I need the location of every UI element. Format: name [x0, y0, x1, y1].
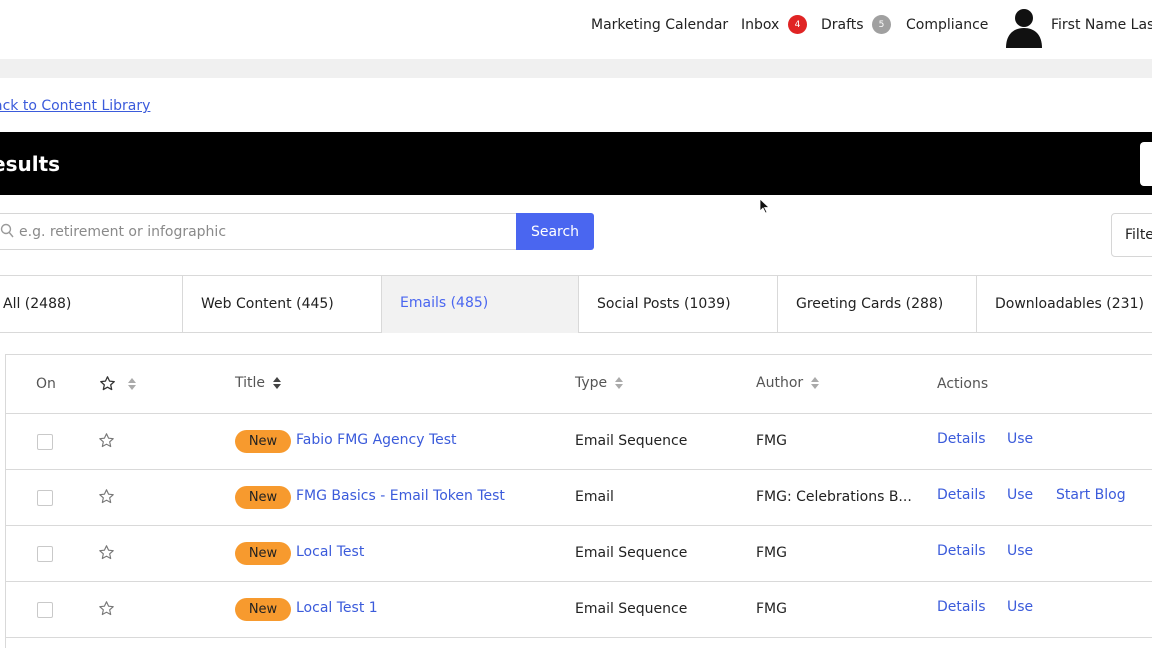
- star-icon[interactable]: [98, 488, 115, 505]
- drafts-count-badge: 5: [872, 15, 891, 34]
- details-link[interactable]: Details: [937, 431, 986, 447]
- content-title-link[interactable]: FMG Basics - Email Token Test: [296, 488, 505, 504]
- column-header-author[interactable]: Author: [756, 375, 820, 391]
- tab-social-posts[interactable]: Social Posts (1039): [578, 275, 778, 333]
- content-type: Email Sequence: [575, 601, 688, 617]
- table-row: New FMG Basics - Email Token Test Email …: [6, 470, 1152, 526]
- star-icon[interactable]: [98, 600, 115, 617]
- column-header-author-label: Author: [756, 375, 804, 391]
- table-row: New Local Test Email Sequence FMG Detail…: [6, 526, 1152, 582]
- use-link[interactable]: Use: [1007, 599, 1033, 615]
- results-title: esults: [0, 152, 61, 176]
- tab-emails[interactable]: Emails (485): [381, 275, 579, 333]
- details-link[interactable]: Details: [937, 487, 986, 503]
- back-to-content-library-link[interactable]: ack to Content Library: [0, 98, 150, 114]
- header-divider-band: [0, 59, 1152, 78]
- row-checkbox[interactable]: [37, 434, 53, 450]
- content-author: FMG: [756, 601, 787, 617]
- search-input[interactable]: [19, 214, 499, 249]
- tab-greeting-cards[interactable]: Greeting Cards (288): [777, 275, 977, 333]
- results-header-bar: esults: [0, 132, 1152, 195]
- sort-icon[interactable]: [615, 377, 624, 389]
- compliance-link[interactable]: Compliance: [906, 0, 988, 50]
- star-icon: [100, 376, 115, 391]
- content-type: Email Sequence: [575, 545, 688, 561]
- star-icon[interactable]: [98, 432, 115, 449]
- sort-icon[interactable]: [128, 377, 137, 390]
- marketing-calendar-link[interactable]: Marketing Calendar: [591, 0, 728, 50]
- content-title-link[interactable]: Fabio FMG Agency Test: [296, 432, 457, 448]
- content-type: Email Sequence: [575, 433, 688, 449]
- drafts-link[interactable]: Drafts: [821, 0, 864, 50]
- content-author: FMG: Celebrations B...: [756, 489, 912, 505]
- results-header-button[interactable]: [1140, 142, 1152, 186]
- details-link[interactable]: Details: [937, 599, 986, 615]
- start-blog-link[interactable]: Start Blog: [1056, 487, 1126, 503]
- content-table: On Title Type Author Actions New Fabio F…: [5, 354, 1152, 648]
- search-box: [0, 213, 517, 250]
- content-type: Email: [575, 489, 614, 505]
- search-icon: [0, 223, 14, 238]
- column-header-on: On: [36, 376, 56, 392]
- column-header-title-label: Title: [235, 375, 266, 391]
- row-checkbox[interactable]: [37, 546, 53, 562]
- tab-web-content[interactable]: Web Content (445): [182, 275, 382, 333]
- new-badge: New: [235, 542, 291, 565]
- table-row: New Fabio FMG Agency Test Email Sequence…: [6, 414, 1152, 470]
- top-navigation-bar: Marketing Calendar Inbox 4 Drafts 5 Comp…: [0, 0, 1152, 59]
- user-name[interactable]: First Name Las: [1051, 0, 1152, 50]
- use-link[interactable]: Use: [1007, 487, 1033, 503]
- column-header-type-label: Type: [575, 375, 608, 391]
- inbox-link[interactable]: Inbox: [741, 0, 779, 50]
- new-badge: New: [235, 486, 291, 509]
- use-link[interactable]: Use: [1007, 543, 1033, 559]
- content-author: FMG: [756, 433, 787, 449]
- column-header-type[interactable]: Type: [575, 375, 624, 391]
- new-badge: New: [235, 430, 291, 453]
- row-checkbox[interactable]: [37, 490, 53, 506]
- content-title-link[interactable]: Local Test 1: [296, 600, 378, 616]
- user-avatar-icon[interactable]: [1004, 6, 1044, 48]
- tab-all[interactable]: All (2488): [0, 275, 183, 333]
- star-icon[interactable]: [98, 544, 115, 561]
- table-row: New Local Test 1 Email Sequence FMG Deta…: [6, 582, 1152, 638]
- search-button[interactable]: Search: [516, 213, 594, 250]
- sort-icon[interactable]: [273, 377, 282, 389]
- column-header-favorite[interactable]: [99, 375, 137, 392]
- content-title-link[interactable]: Local Test: [296, 544, 364, 560]
- mouse-cursor-icon: [759, 198, 771, 214]
- row-checkbox[interactable]: [37, 602, 53, 618]
- column-header-actions: Actions: [937, 376, 989, 392]
- use-link[interactable]: Use: [1007, 431, 1033, 447]
- inbox-count-badge: 4: [788, 15, 807, 34]
- sort-icon[interactable]: [811, 377, 820, 389]
- filter-button[interactable]: Filte: [1111, 213, 1152, 257]
- tab-downloadables[interactable]: Downloadables (231): [976, 275, 1152, 333]
- new-badge: New: [235, 598, 291, 621]
- content-author: FMG: [756, 545, 787, 561]
- details-link[interactable]: Details: [937, 543, 986, 559]
- column-header-title[interactable]: Title: [235, 375, 282, 391]
